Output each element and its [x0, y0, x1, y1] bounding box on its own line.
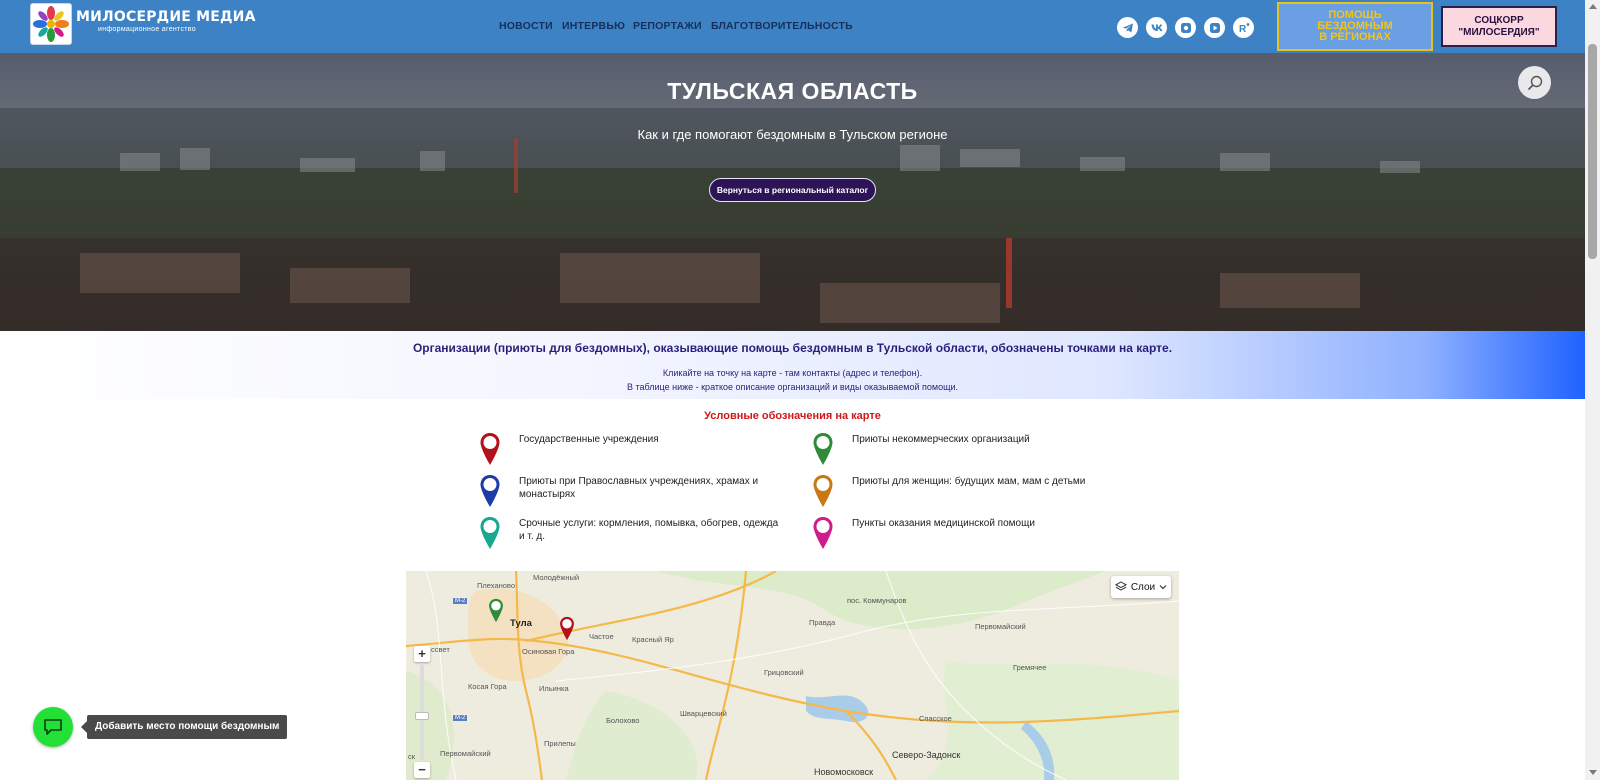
layers-icon: [1114, 581, 1127, 591]
map-place-label: Спасское: [919, 714, 952, 723]
map-zoom-control: + −: [414, 646, 430, 780]
map-place-label: Частое: [589, 632, 614, 641]
site-header: МИЛОСЕРДИЕ МЕДИА информационное агентств…: [0, 0, 1585, 53]
map-place-label: Первомайский: [440, 749, 491, 758]
map-pin-icon: [480, 475, 500, 507]
map-place-label: Плеханово: [477, 581, 515, 590]
map-layers-button[interactable]: Слои: [1111, 576, 1171, 598]
search-button[interactable]: [1518, 66, 1551, 99]
zoom-slider-thumb[interactable]: [415, 712, 429, 720]
map-pin-icon[interactable]: [559, 616, 575, 641]
help-button-line: В РЕГИОНАХ: [1319, 31, 1391, 43]
search-icon: [1527, 75, 1542, 90]
map-pin-icon: [813, 517, 833, 549]
brand-name[interactable]: МИЛОСЕРДИЕ МЕДИА: [76, 9, 256, 25]
legend-label: Приюты для женщин: будущих мам, мам с де…: [852, 476, 1086, 487]
map-pin-icon: [480, 433, 500, 465]
page-scrollbar[interactable]: [1585, 0, 1600, 780]
scrollbar-thumb[interactable]: [1588, 44, 1597, 259]
map-place-label: Осиновая Гора: [522, 647, 575, 656]
info-line: Кликайте на точку на карте - там контакт…: [662, 368, 923, 378]
legend-label: Приюты при Православных учреждениях, хра…: [519, 476, 759, 500]
map-place-label: пос. Коммунаров: [847, 596, 907, 605]
map-place-label: Ильинка: [539, 684, 569, 693]
help-homeless-regions-button[interactable]: ПОМОЩЬ БЕЗДОМНЫМ В РЕГИОНАХ: [1277, 2, 1433, 51]
page-title: ТУЛЬСКАЯ ОБЛАСТЬ: [667, 78, 918, 104]
chat-icon: [44, 719, 62, 735]
map-place-label: Грицовский: [764, 668, 804, 677]
nav-interviews[interactable]: ИНТЕРВЬЮ: [562, 20, 625, 32]
map-place-label: Прилепы: [544, 739, 576, 748]
map-place-label: Первомайский: [975, 622, 1026, 631]
map-place-label: Косая Гора: [468, 682, 507, 691]
legend-label: Срочные услуги: кормления, помывка, обог…: [519, 518, 779, 542]
info-title: Организации (приюты для бездомных), оказ…: [412, 341, 1173, 355]
map-place-label: Гремячее: [1013, 663, 1047, 672]
svg-text:R: R: [1239, 24, 1247, 34]
add-place-button[interactable]: [33, 707, 73, 747]
hero-banner: ТУЛЬСКАЯ ОБЛАСТЬ Как и где помогают безд…: [0, 53, 1585, 331]
map-place-label: Правда: [809, 618, 836, 627]
map-pin-icon[interactable]: [488, 598, 504, 623]
rutube-icon[interactable]: R: [1233, 17, 1254, 38]
zoom-out-button[interactable]: −: [414, 762, 430, 778]
map-pin-icon: [813, 475, 833, 507]
soccorr-button-line: СОЦКОРР: [1474, 14, 1524, 26]
legend-label: Государственные учреждения: [519, 434, 659, 445]
map-place-label: Шварцевский: [680, 709, 727, 718]
scroll-down-arrow-icon[interactable]: [1589, 770, 1597, 775]
map-widget[interactable]: Молодёжный Плеханово Тула Частое Осинова…: [406, 571, 1179, 780]
map-city-label: Тула: [510, 618, 532, 629]
soccorr-button-line: "МИЛОСЕРДИЯ": [1458, 26, 1540, 38]
map-place-label: Молодёжный: [533, 573, 580, 582]
map-pin-icon: [480, 517, 500, 549]
zoom-in-button[interactable]: +: [414, 646, 430, 662]
map-layers-label: Слои: [1130, 581, 1156, 593]
dzen-icon[interactable]: [1204, 17, 1225, 38]
scroll-up-arrow-icon[interactable]: [1589, 4, 1597, 9]
legend-title: Условные обозначения на карте: [704, 410, 881, 422]
legend-label: Пункты оказания медицинской помощи: [852, 518, 1035, 529]
nav-reports[interactable]: РЕПОРТАЖИ: [633, 20, 702, 32]
logo-flower-icon: [33, 6, 69, 42]
map-road-label: M-2: [453, 598, 468, 604]
page-subtitle: Как и где помогают бездомным в Тульском …: [637, 127, 948, 142]
back-to-catalog-button[interactable]: Вернуться в региональный каталог: [709, 178, 876, 202]
telegram-icon[interactable]: [1117, 17, 1138, 38]
map-place-label: ссвет: [431, 645, 450, 654]
map-road-label: M-2: [453, 715, 468, 721]
info-line: В таблице ниже - краткое описание органи…: [626, 382, 959, 392]
info-band: Организации (приюты для бездомных), оказ…: [0, 331, 1585, 399]
nav-charity[interactable]: БЛАГОТВОРИТЕЛЬНОСТЬ: [711, 20, 853, 32]
vk-icon[interactable]: [1146, 17, 1167, 38]
map-place-label: Болохово: [606, 716, 640, 725]
brand-tagline: информационное агентство: [98, 26, 196, 33]
chevron-down-icon: [1159, 585, 1167, 590]
map-place-label: Новомосковск: [814, 767, 874, 777]
legend-label: Приюты некоммерческих организаций: [852, 434, 1030, 445]
odnoklassniki-icon[interactable]: [1175, 17, 1196, 38]
map-place-label: Северо-Задонск: [892, 750, 961, 760]
map-pin-icon: [813, 433, 833, 465]
logo[interactable]: [30, 3, 72, 45]
map-place-label: Красный Яр: [632, 635, 674, 644]
soccorr-button[interactable]: СОЦКОРР "МИЛОСЕРДИЯ": [1441, 6, 1557, 47]
add-place-tooltip: Добавить место помощи бездомным: [80, 715, 288, 739]
nav-news[interactable]: НОВОСТИ: [499, 20, 553, 32]
